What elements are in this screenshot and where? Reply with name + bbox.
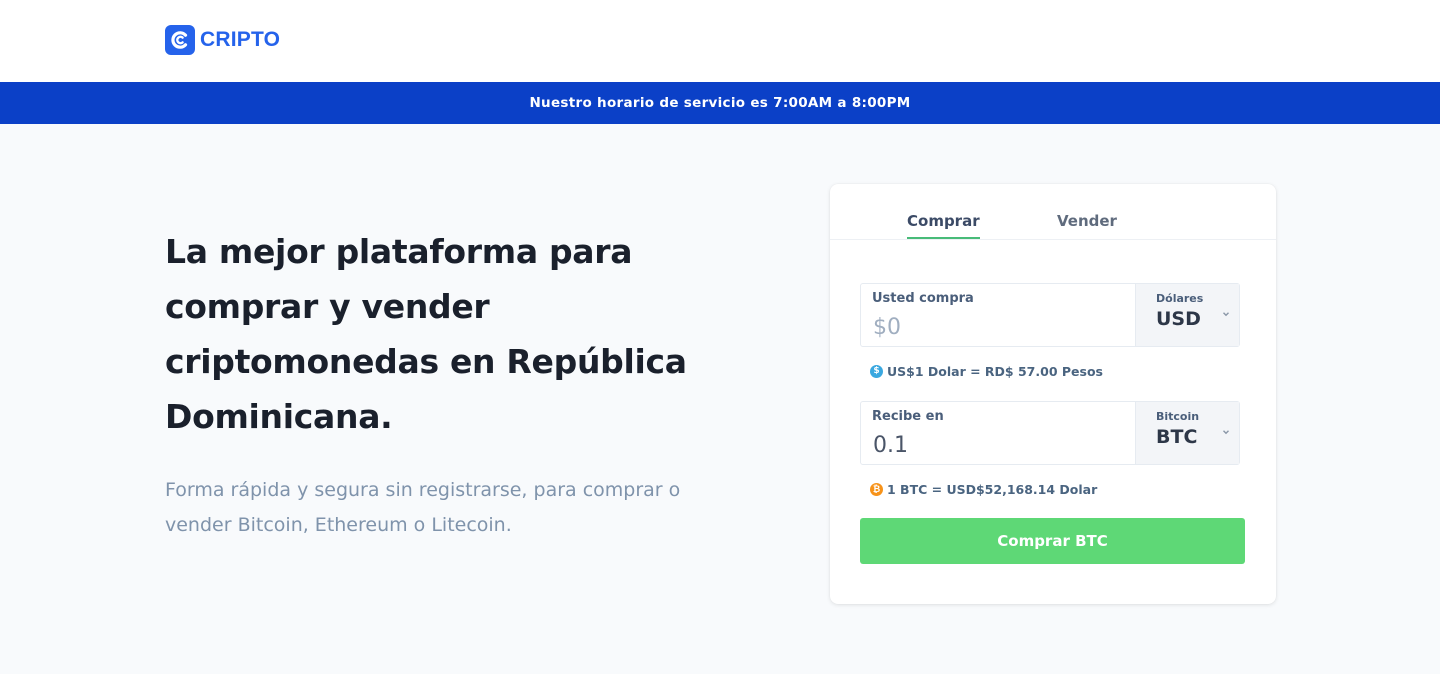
exchange-widget: Comprar Vender Usted compra Dólares USD … <box>830 184 1276 604</box>
tab-comprar[interactable]: Comprar <box>907 212 980 230</box>
btc-rate-text: 1 BTC = USD$52,168.14 Dolar <box>887 481 1098 497</box>
service-hours-text: Nuestro horario de servicio es 7:00AM a … <box>529 95 911 111</box>
buy-currency-label: Dólares <box>1156 292 1204 305</box>
logo-icon <box>165 25 195 55</box>
dollar-coin-icon: $ <box>870 364 883 378</box>
exchange-tabs: Comprar Vender <box>830 184 1276 240</box>
comprar-btc-button[interactable]: Comprar BTC <box>860 518 1245 564</box>
buy-amount-field: Usted compra Dólares USD <box>860 283 1240 347</box>
chevron-down-icon <box>1223 430 1229 435</box>
btc-rate: ₿ 1 BTC = USD$52,168.14 Dolar <box>870 481 1097 497</box>
service-hours-banner: Nuestro horario de servicio es 7:00AM a … <box>0 82 1440 124</box>
top-navbar: CRIPTO <box>0 0 1440 82</box>
usd-rate: $ US$1 Dolar = RD$ 57.00 Pesos <box>870 363 1103 379</box>
hero-title: La mejor plataforma para comprar y vende… <box>165 232 687 436</box>
hero-subtitle: Forma rápida y segura sin registrarse, p… <box>165 479 681 536</box>
active-tab-indicator <box>907 237 980 239</box>
receive-amount-field: Recibe en Bitcoin BTC <box>860 401 1240 465</box>
brand-name: CRIPTO <box>200 28 281 51</box>
receive-currency-select[interactable]: Bitcoin BTC <box>1135 402 1239 464</box>
receive-amount-input[interactable] <box>873 430 1123 460</box>
usd-rate-text: US$1 Dolar = RD$ 57.00 Pesos <box>887 363 1103 379</box>
chevron-down-icon <box>1223 312 1229 317</box>
receive-amount-label: Recibe en <box>872 409 944 424</box>
buy-currency-select[interactable]: Dólares USD <box>1135 284 1239 346</box>
receive-currency-code: BTC <box>1156 426 1198 448</box>
tab-vender[interactable]: Vender <box>1057 212 1117 230</box>
brand-logo[interactable]: CRIPTO <box>165 25 280 55</box>
buy-amount-input[interactable] <box>873 312 1123 342</box>
buy-currency-code: USD <box>1156 308 1201 330</box>
buy-amount-label: Usted compra <box>872 291 974 306</box>
receive-currency-label: Bitcoin <box>1156 410 1200 423</box>
bitcoin-icon: ₿ <box>870 482 883 496</box>
